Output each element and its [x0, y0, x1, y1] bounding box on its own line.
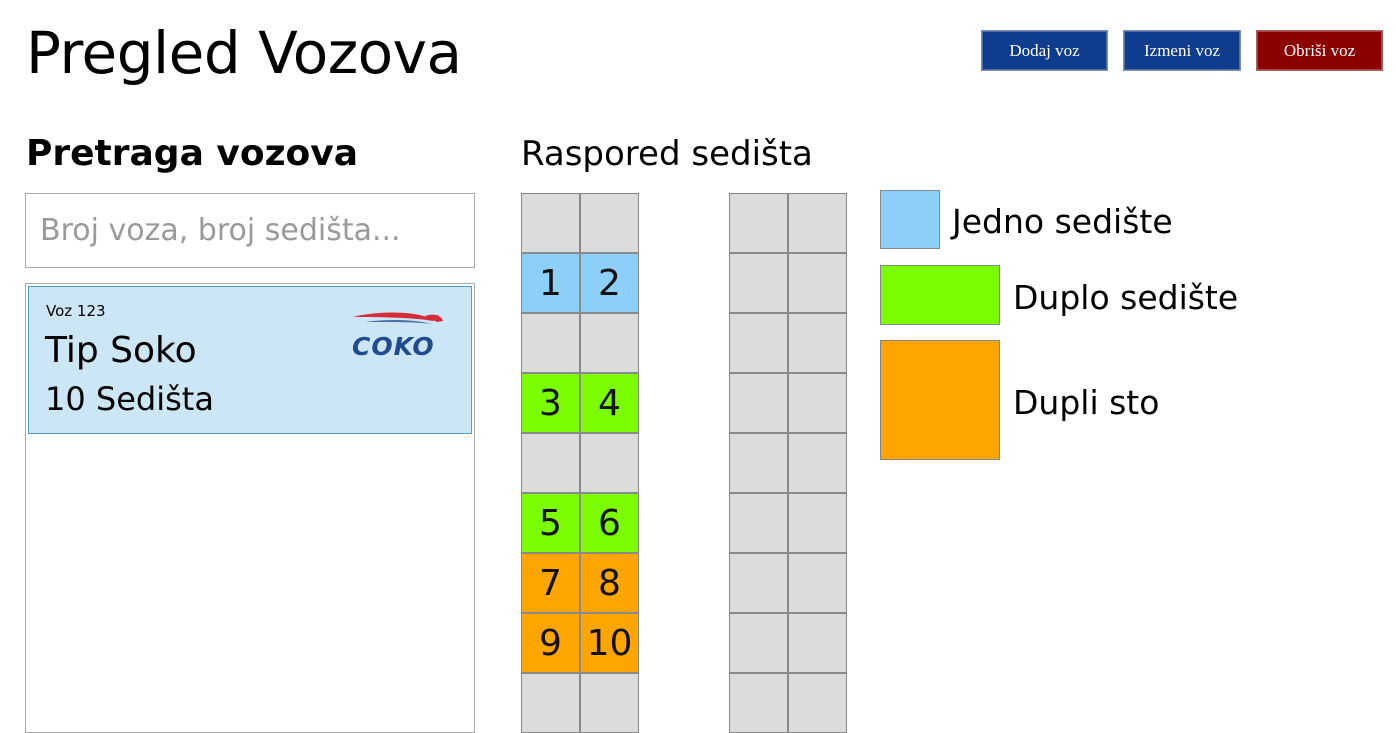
legend-swatch-double-table	[880, 340, 1000, 460]
seat-right-empty[interactable]	[729, 553, 788, 613]
seat-9[interactable]: 9	[521, 613, 580, 673]
seat-10[interactable]: 10	[580, 613, 639, 673]
delete-train-button[interactable]: Obriši voz	[1256, 30, 1383, 71]
add-train-button[interactable]: Dodaj voz	[981, 30, 1108, 71]
seat-3[interactable]: 3	[521, 373, 580, 433]
legend-label-single-seat: Jedno sedište	[952, 202, 1173, 241]
seat-right-empty[interactable]	[729, 373, 788, 433]
legend-label-double-table: Dupli sto	[1013, 383, 1160, 422]
search-section-title: Pretraga vozova	[26, 133, 359, 174]
train-id: Voz 123	[46, 302, 106, 320]
seat-2[interactable]: 2	[580, 253, 639, 313]
seat-grid-right	[729, 193, 847, 733]
seat-left-empty[interactable]	[521, 193, 580, 253]
seat-8[interactable]: 8	[580, 553, 639, 613]
seat-right-empty[interactable]	[788, 493, 847, 553]
seat-right-empty[interactable]	[788, 373, 847, 433]
seat-right-empty[interactable]	[729, 193, 788, 253]
seat-right-empty[interactable]	[788, 253, 847, 313]
seat-grid-left: 1 2 3 4 5 6 7 8 9 10	[521, 193, 639, 733]
seat-left-empty[interactable]	[580, 313, 639, 373]
search-input[interactable]	[25, 193, 475, 268]
legend-label-double-seat: Duplo sedište	[1013, 278, 1239, 317]
train-list-item[interactable]: Voz 123 Tip Soko 10 Sedišta COKO	[28, 286, 472, 434]
seat-right-empty[interactable]	[729, 433, 788, 493]
seat-left-empty[interactable]	[580, 433, 639, 493]
seat-right-empty[interactable]	[788, 613, 847, 673]
seating-section-title: Raspored sedišta	[521, 134, 813, 174]
seat-right-empty[interactable]	[729, 613, 788, 673]
seat-right-empty[interactable]	[788, 673, 847, 733]
seat-right-empty[interactable]	[788, 193, 847, 253]
seat-1[interactable]: 1	[521, 253, 580, 313]
seat-4[interactable]: 4	[580, 373, 639, 433]
legend-swatch-double-seat	[880, 265, 1000, 325]
seat-left-empty[interactable]	[521, 433, 580, 493]
seat-right-empty[interactable]	[788, 433, 847, 493]
seat-left-empty[interactable]	[521, 313, 580, 373]
seat-7[interactable]: 7	[521, 553, 580, 613]
seat-left-empty[interactable]	[521, 673, 580, 733]
seat-right-empty[interactable]	[729, 673, 788, 733]
logo-text: COKO	[352, 332, 435, 361]
seat-right-empty[interactable]	[729, 253, 788, 313]
seat-5[interactable]: 5	[521, 493, 580, 553]
legend-swatch-single-seat	[880, 190, 940, 249]
seat-right-empty[interactable]	[729, 493, 788, 553]
train-type: Tip Soko	[45, 330, 197, 371]
train-seat-count: 10 Sedišta	[45, 380, 214, 418]
seat-left-empty[interactable]	[580, 193, 639, 253]
page-title: Pregled Vozova	[26, 19, 462, 87]
edit-train-button[interactable]: Izmeni voz	[1123, 30, 1241, 71]
seat-right-empty[interactable]	[788, 313, 847, 373]
seat-right-empty[interactable]	[788, 553, 847, 613]
seat-6[interactable]: 6	[580, 493, 639, 553]
seat-right-empty[interactable]	[729, 313, 788, 373]
seat-left-empty[interactable]	[580, 673, 639, 733]
